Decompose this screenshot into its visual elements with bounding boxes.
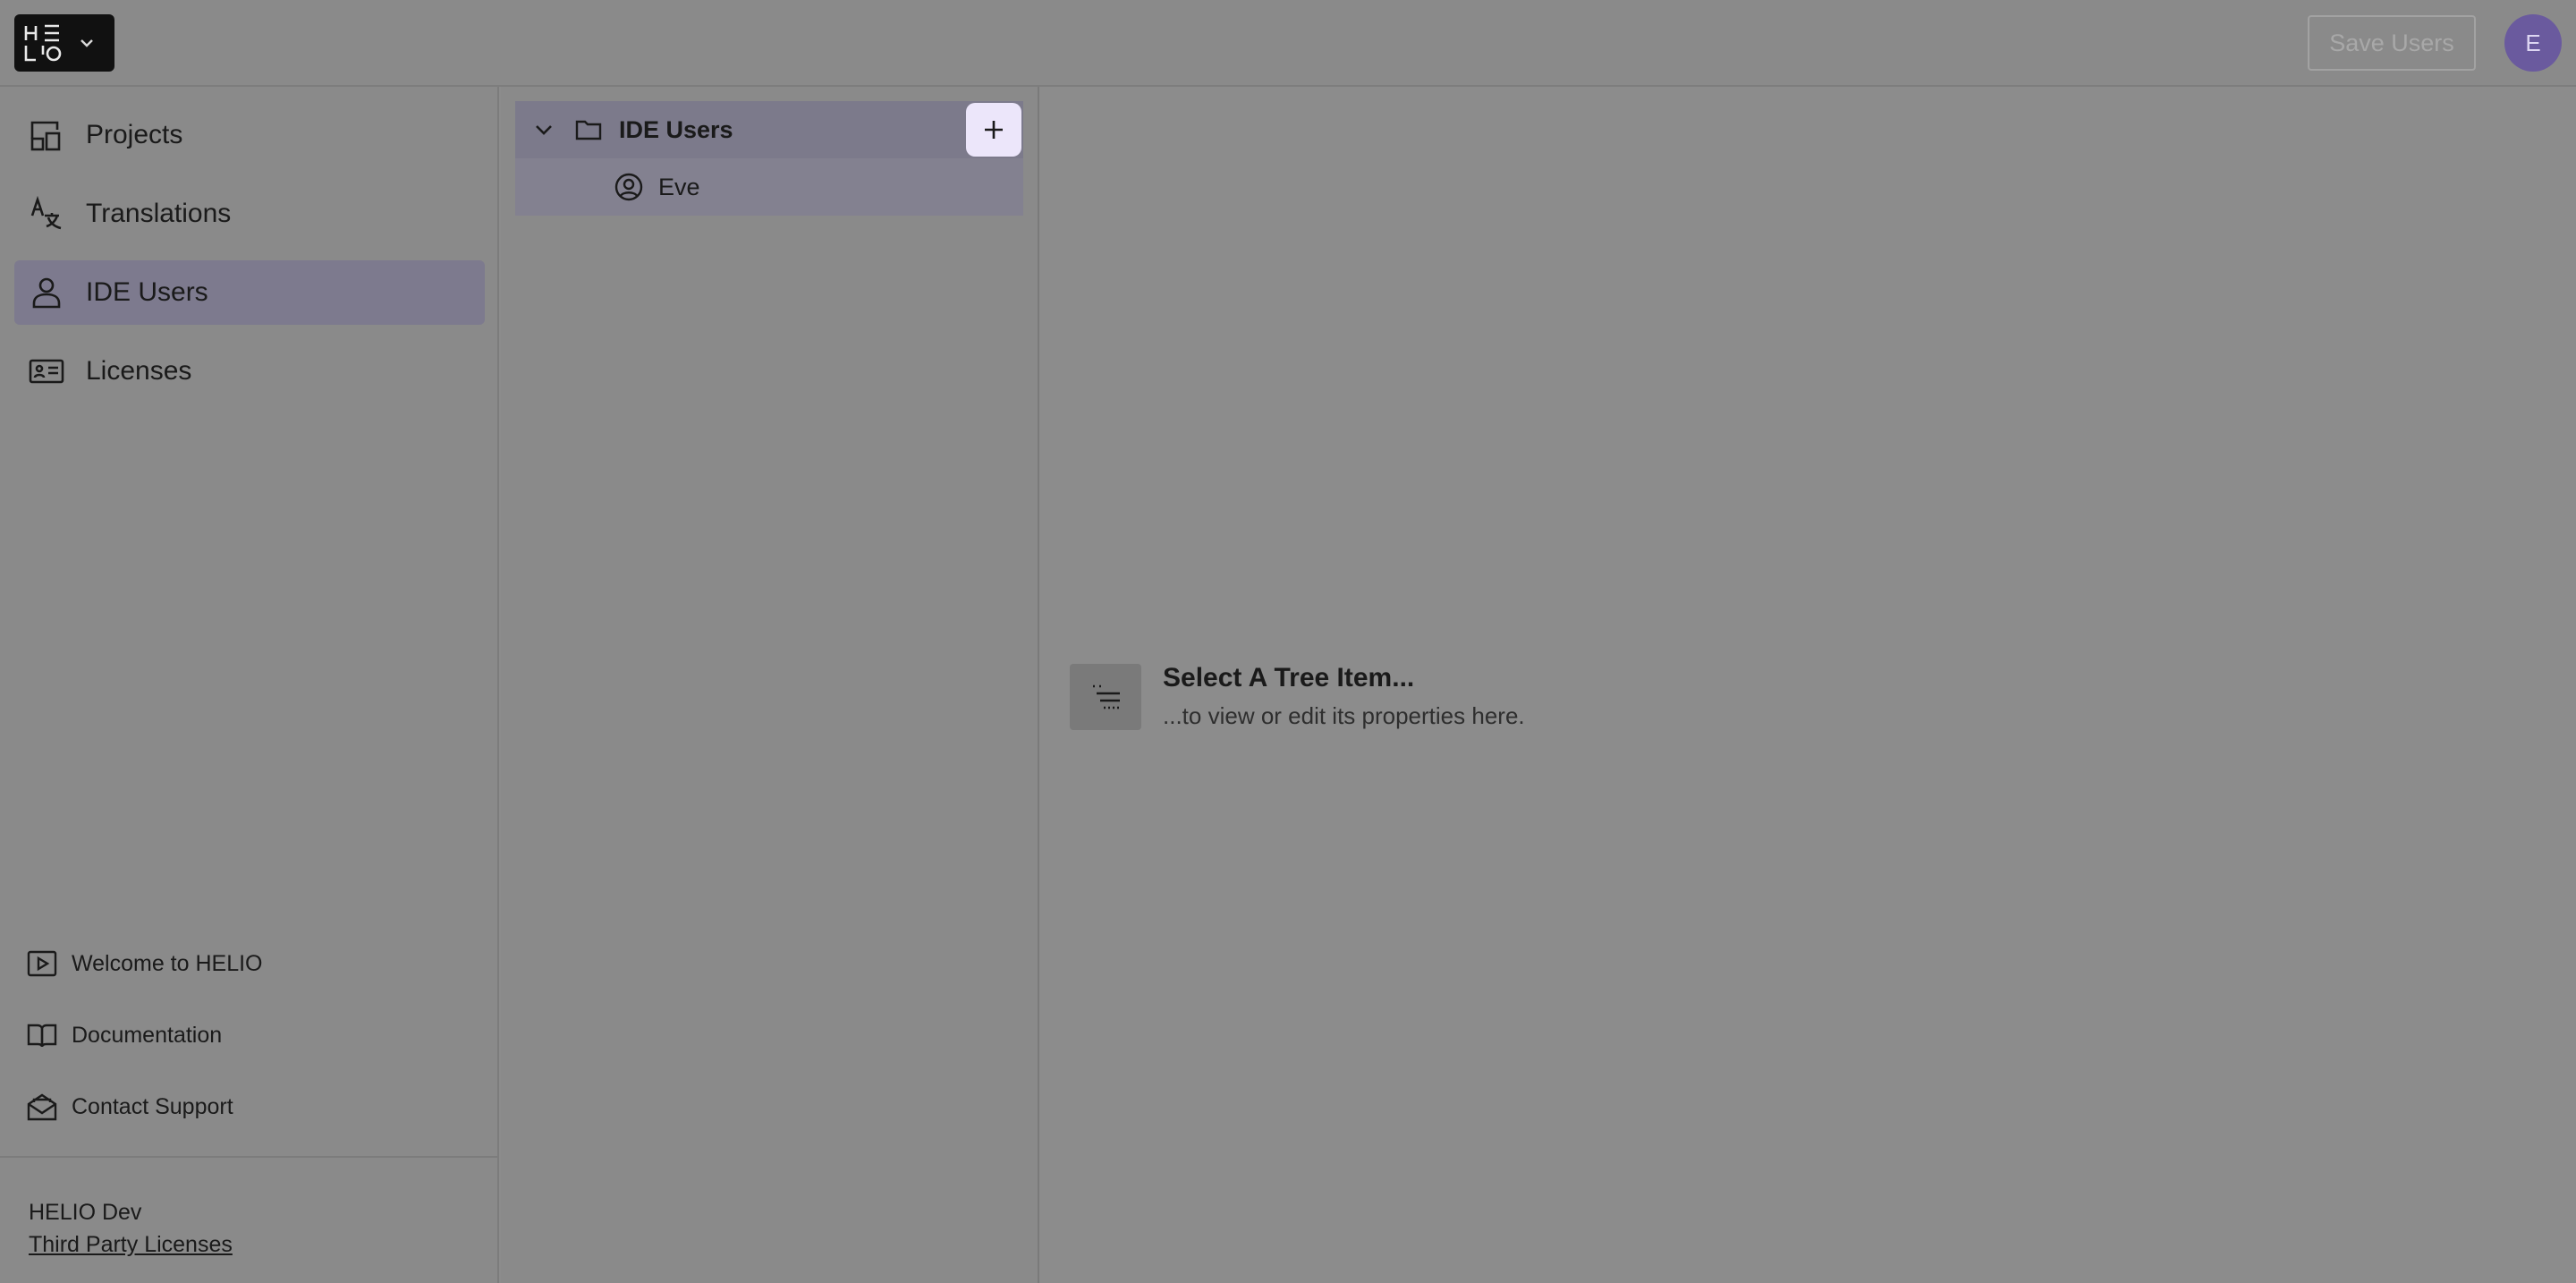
tree-panel: IDE Users Eve	[501, 87, 1039, 1283]
mail-icon	[27, 1092, 57, 1122]
id-card-icon	[29, 353, 64, 389]
documentation-link[interactable]: Documentation	[27, 1017, 222, 1053]
sidebar-item-licenses[interactable]: Licenses	[14, 339, 485, 404]
user-icon	[29, 275, 64, 310]
third-party-licenses-link[interactable]: Third Party Licenses	[29, 1232, 233, 1258]
empty-state-title: Select A Tree Item...	[1163, 663, 1415, 692]
sidebar-item-translations[interactable]: Translations	[14, 182, 485, 246]
empty-state-subtitle: ...to view or edit its properties here.	[1163, 702, 1525, 729]
sidebar: Projects Translations IDE Users Licenses…	[0, 87, 499, 1283]
projects-icon	[29, 117, 64, 153]
helio-logo-icon	[24, 24, 62, 62]
plus-icon	[985, 121, 1003, 139]
save-users-button[interactable]: Save Users	[2308, 15, 2476, 71]
avatar[interactable]: E	[2504, 14, 2562, 72]
sidebar-divider	[0, 1156, 497, 1158]
welcome-link[interactable]: Welcome to HELIO	[27, 946, 263, 981]
user-circle-icon	[614, 173, 643, 201]
empty-state: Select A Tree Item... ...to view or edit…	[1070, 663, 1525, 730]
app-switcher-button[interactable]	[14, 14, 114, 72]
translate-icon	[29, 196, 64, 232]
environment-label: HELIO Dev	[29, 1200, 142, 1225]
sidebar-item-projects[interactable]: Projects	[14, 103, 485, 167]
play-icon	[27, 948, 57, 979]
tree-root-label: IDE Users	[619, 115, 733, 143]
footer-item-label: Contact Support	[72, 1093, 233, 1119]
sidebar-item-label: Projects	[86, 120, 183, 149]
sidebar-item-label: Translations	[86, 199, 232, 228]
sidebar-item-ide-users[interactable]: IDE Users	[14, 260, 485, 325]
chevron-down-icon[interactable]	[531, 117, 556, 142]
sidebar-item-label: Licenses	[86, 356, 192, 386]
footer-item-label: Documentation	[72, 1022, 223, 1048]
sidebar-item-label: IDE Users	[86, 277, 208, 307]
footer-item-label: Welcome to HELIO	[72, 950, 263, 976]
tree-item-eve[interactable]: Eve	[515, 158, 1023, 216]
tree-item-label: Eve	[658, 173, 700, 200]
book-icon	[27, 1020, 57, 1050]
properties-panel: Select A Tree Item... ...to view or edit…	[1041, 87, 2576, 1283]
tree-root-ide-users[interactable]: IDE Users	[515, 101, 1023, 158]
folder-icon	[575, 120, 602, 140]
add-user-button[interactable]	[966, 103, 1021, 157]
top-bar: Save Users E	[0, 0, 2576, 87]
contact-support-link[interactable]: Contact Support	[27, 1089, 233, 1125]
app-root: Save Users E Projects Translations IDE U…	[0, 0, 2576, 1283]
chevron-down-icon	[80, 39, 93, 47]
list-filter-icon	[1070, 663, 1141, 730]
